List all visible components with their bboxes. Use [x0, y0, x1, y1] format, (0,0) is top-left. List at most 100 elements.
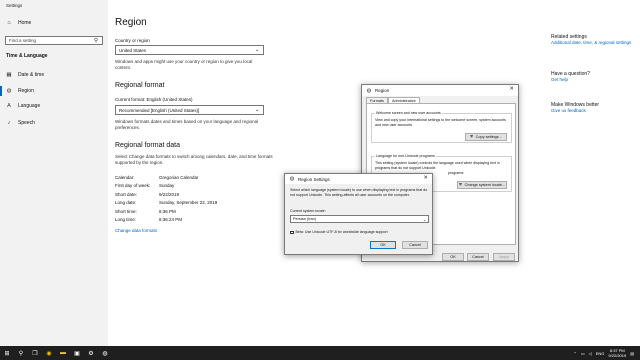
task-view-icon[interactable]: ❐	[28, 346, 42, 360]
clock-date: 9/22/2019	[608, 353, 627, 358]
sidebar-item-label: Speech	[18, 120, 35, 126]
search-icon: ⚲	[93, 37, 99, 44]
table-row: Long date: Sunday, September 22, 2019	[115, 199, 217, 208]
country-value: United States	[119, 47, 147, 53]
search-input[interactable]: Find a setting ⚲	[5, 36, 103, 45]
dialog-title: Region Settings	[298, 176, 330, 182]
group-title: Welcome screen and new user accounts	[375, 111, 442, 115]
row-key: Short date:	[115, 191, 138, 197]
ok-button[interactable]: OK	[442, 253, 464, 261]
current-format-label: Current format: English (United States)	[115, 97, 193, 102]
volume-icon[interactable]: ◁	[589, 351, 592, 356]
country-label: Country or region	[115, 38, 150, 43]
sidebar-item-language[interactable]: A Language	[0, 99, 108, 113]
home-icon: ⌂	[7, 20, 11, 26]
group-title: Language for non-Unicode programs	[375, 154, 436, 158]
change-system-locale-button[interactable]: ⛨ Change system locale...	[457, 181, 507, 189]
beta-utf8-label: Beta: Use Unicode UTF-8 for worldwide la…	[295, 230, 388, 234]
related-settings: Related settings Additional date, time, …	[551, 34, 636, 46]
button-label: Change system locale...	[464, 183, 506, 187]
language-icon: A	[7, 103, 11, 109]
file-explorer-icon[interactable]: ▬	[56, 346, 70, 360]
format-description: Windows formats dates and times based on…	[115, 119, 259, 130]
chevron-down-icon: ⌄	[422, 217, 426, 222]
unicode-text: This setting (system locale) controls th…	[375, 161, 500, 170]
chevron-down-icon: ⌄	[254, 107, 260, 113]
beta-utf8-checkbox[interactable]	[290, 230, 294, 235]
sidebar-item-region[interactable]: ◍ Region	[0, 84, 108, 98]
microphone-icon: ♪	[7, 120, 11, 126]
button-label: Copy settings...	[475, 135, 502, 139]
welcome-group: Welcome screen and new user accounts Vie…	[371, 111, 512, 143]
locale-description: Select which language (system locale) to…	[290, 188, 428, 197]
sidebar-item-label: Date & time	[18, 72, 45, 78]
close-icon[interactable]: ✕	[423, 175, 428, 181]
row-value: 8:36 PM	[159, 208, 176, 214]
help-section: Have a question? Get help	[551, 71, 636, 83]
dialog-titlebar[interactable]: ◍ Region ✕	[362, 85, 518, 96]
sidebar-section-title: Time & Language	[6, 53, 48, 59]
beta-utf8-option[interactable]: Beta: Use Unicode UTF-8 for worldwide la…	[290, 230, 388, 235]
additional-settings-link[interactable]: Additional date, time, & regional settin…	[551, 40, 636, 46]
apply-button[interactable]: Apply	[493, 253, 515, 261]
window-title: Settings	[6, 3, 23, 8]
search-placeholder: Find a setting	[9, 38, 37, 43]
regional-format-heading: Regional format	[115, 82, 165, 89]
format-value: Recommended [English (United States)]	[119, 107, 200, 113]
input-language[interactable]: ENG	[596, 351, 605, 356]
home-label: Home	[18, 20, 32, 26]
country-dropdown[interactable]: United States ⌄	[115, 45, 264, 55]
feedback-section: Make Windows better Give us feedback	[551, 102, 636, 114]
chevron-down-icon: ⌄	[254, 47, 260, 53]
get-help-link[interactable]: Get help	[551, 77, 636, 83]
chevron-up-icon[interactable]: ⌃	[574, 351, 577, 356]
network-icon[interactable]: ▭	[581, 351, 585, 356]
table-row: First day of week: Sunday	[115, 182, 217, 191]
country-description: Windows and apps might use your country …	[115, 59, 253, 70]
close-icon[interactable]: ✕	[509, 86, 514, 92]
feedback-link[interactable]: Give us feedback	[551, 108, 636, 114]
clock[interactable]: 8:37 PM 9/22/2019	[608, 348, 626, 358]
search-icon[interactable]: ⚲	[14, 346, 28, 360]
cancel-button[interactable]: Cancel	[402, 241, 428, 249]
regional-format-dropdown[interactable]: Recommended [English (United States)] ⌄	[115, 105, 264, 115]
ok-button[interactable]: OK	[370, 241, 396, 249]
globe-icon: ◍	[289, 176, 295, 182]
format-data-heading: Regional format data	[115, 142, 180, 149]
sidebar-item-speech[interactable]: ♪ Speech	[0, 116, 108, 130]
shield-icon: ⛨	[470, 133, 474, 139]
row-value: Sunday	[159, 183, 175, 189]
sidebar: Settings ⌂ Home Find a setting ⚲ Time & …	[0, 0, 108, 346]
start-icon[interactable]: ⊞	[0, 346, 14, 360]
taskbar: ⊞ ⚲ ❐ ◉ ▬ ▣ ⚙ ◍ ⌃ ▭ ◁ ENG 8:37 PM 9/22/2…	[0, 346, 640, 360]
notifications-icon[interactable]: ▤	[630, 351, 634, 356]
copy-settings-button[interactable]: ⛨ Copy settings...	[465, 133, 507, 141]
unicode-partial-text: programs:	[448, 171, 465, 175]
settings-icon[interactable]: ⚙	[84, 346, 98, 360]
locale-label: Current system locale:	[290, 209, 326, 213]
row-value: Sunday, September 22, 2019	[159, 200, 218, 206]
row-value: Gregorian Calendar	[159, 174, 199, 180]
store-icon[interactable]: ▣	[70, 346, 84, 360]
change-data-formats-link[interactable]: Change data formats	[115, 228, 157, 233]
globe-icon: ◍	[6, 88, 12, 94]
row-value: 9/22/2019	[159, 191, 180, 197]
dialog-titlebar[interactable]: ◍ Region Settings ✕	[285, 174, 432, 184]
dialog-title: Region	[375, 88, 390, 93]
table-row: Long time: 8:36:24 PM	[115, 216, 217, 225]
globe-icon[interactable]: ◍	[98, 346, 112, 360]
sidebar-item-label: Region	[18, 88, 34, 94]
globe-icon: ◍	[366, 87, 372, 94]
sidebar-item-date-time[interactable]: ▦ Date & time	[0, 68, 108, 82]
row-key: Calendar:	[115, 174, 135, 180]
calendar-icon: ▦	[6, 72, 12, 78]
home-nav-item[interactable]: ⌂ Home	[6, 20, 31, 26]
table-row: Short date: 9/22/2019	[115, 190, 217, 199]
chrome-icon[interactable]: ◉	[42, 346, 56, 360]
row-key: Long time:	[115, 217, 137, 223]
row-value: 8:36:24 PM	[159, 217, 183, 223]
table-row: Calendar: Gregorian Calendar	[115, 173, 217, 182]
row-key: Long date:	[115, 200, 137, 206]
cancel-button[interactable]: Cancel	[467, 253, 489, 261]
system-locale-select[interactable]: Persian (Iran) ⌄	[290, 215, 429, 223]
